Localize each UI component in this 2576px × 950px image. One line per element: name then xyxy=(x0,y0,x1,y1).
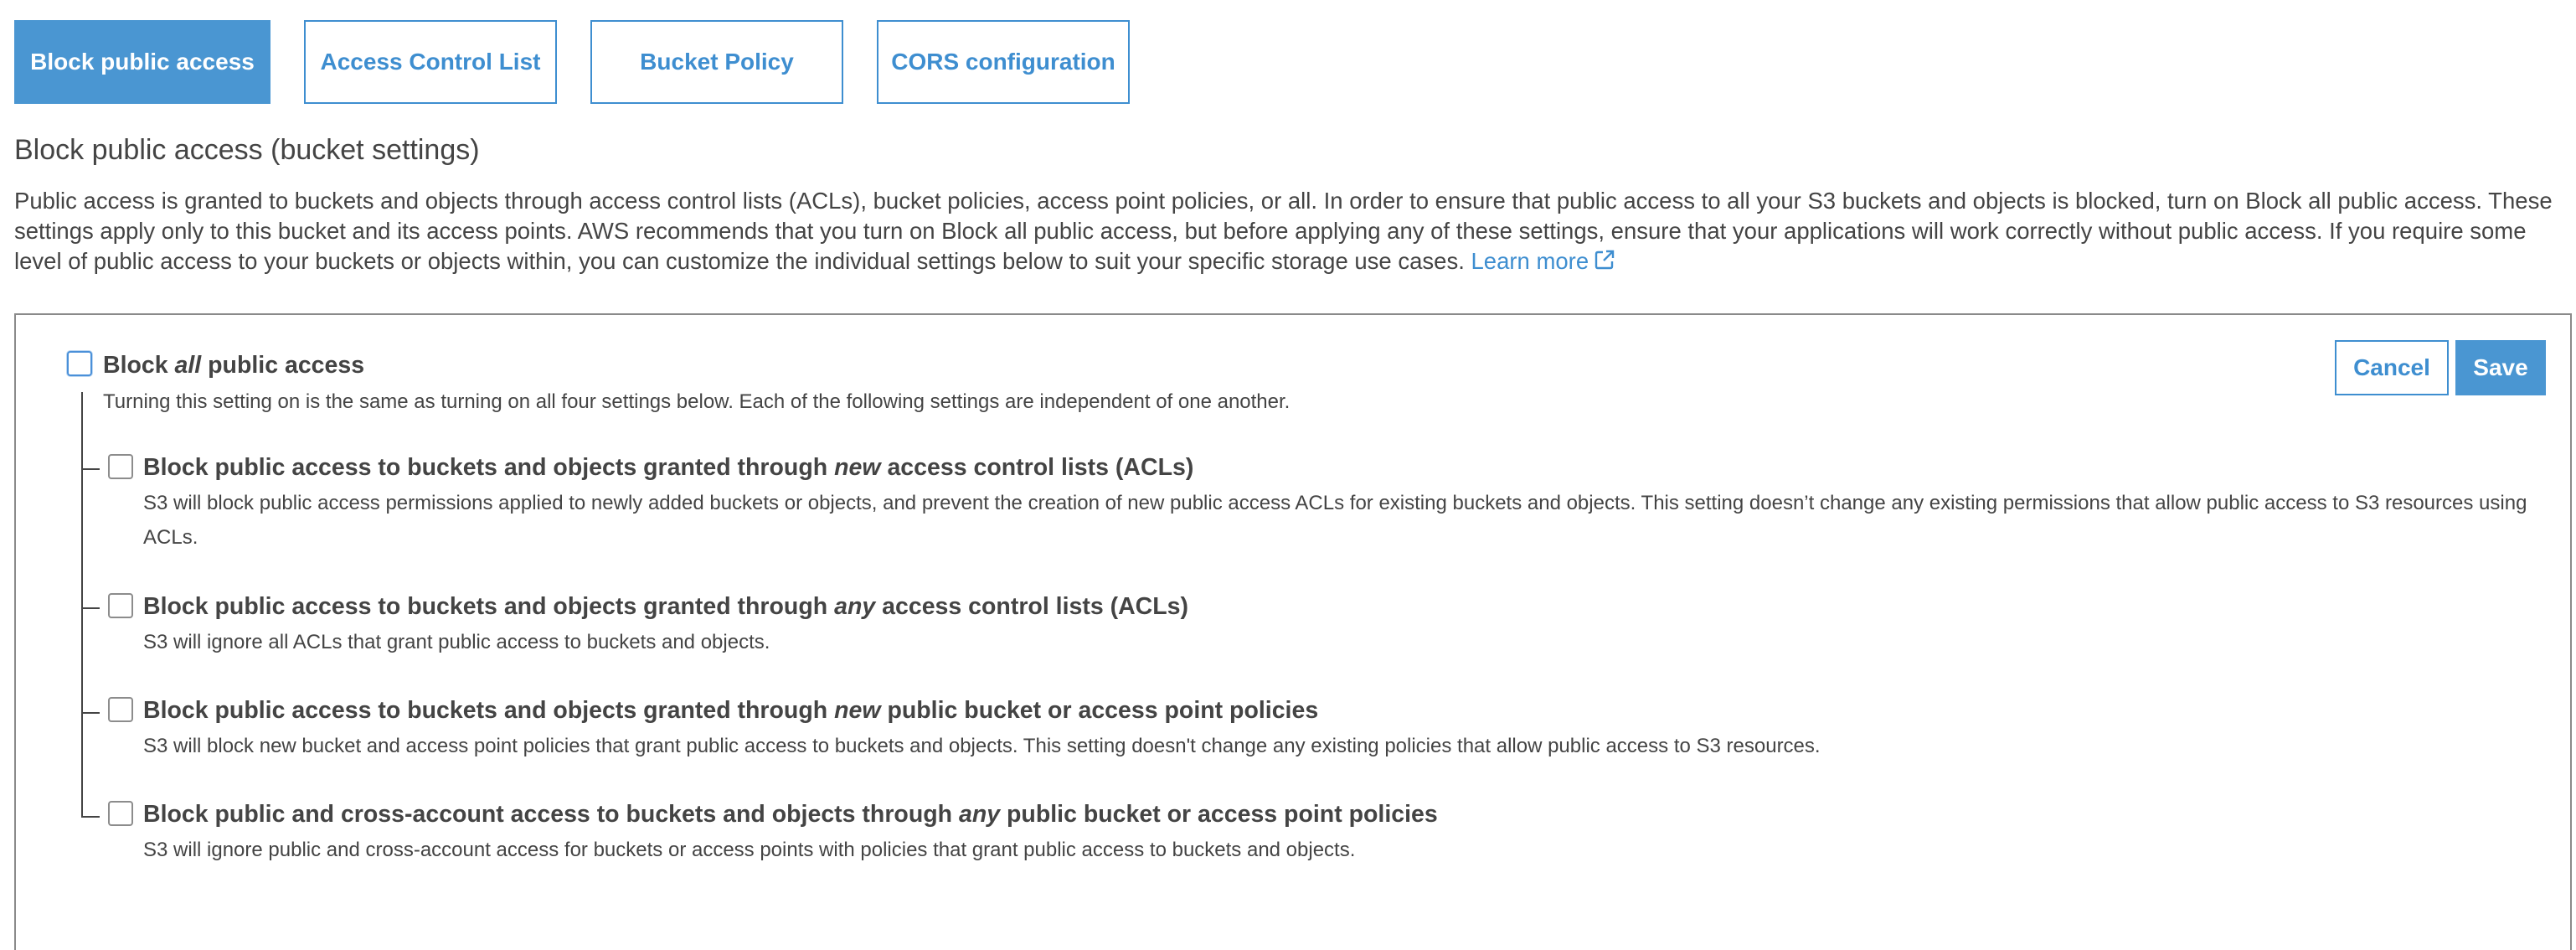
cancel-button[interactable]: Cancel xyxy=(2335,340,2449,395)
block-new-acls-title-post: access control lists (ACLs) xyxy=(880,454,1194,481)
block-all-title-emphasis: all xyxy=(174,352,202,379)
section-title: Block public access (bucket settings) xyxy=(14,134,480,166)
tree-branch-2 xyxy=(81,607,100,609)
block-all-public-access-checkbox[interactable] xyxy=(67,351,92,376)
block-public-access-panel: Cancel Save Block all public access Turn… xyxy=(14,313,2572,950)
block-new-policies-title-pre: Block public access to buckets and objec… xyxy=(143,697,835,724)
tree-branch-3 xyxy=(81,712,100,714)
block-new-acls-title-emphasis: new xyxy=(834,454,881,481)
block-any-acls-title-pre: Block public access to buckets and objec… xyxy=(143,593,835,620)
block-cross-account-title: Block public and cross-account access to… xyxy=(143,801,1438,829)
block-new-policies-title-emphasis: new xyxy=(834,697,881,724)
block-all-title-pre: Block xyxy=(103,352,175,379)
block-any-acls-checkbox[interactable] xyxy=(108,593,133,618)
tree-branch-1 xyxy=(81,468,100,470)
block-all-public-access-title: Block all public access xyxy=(103,352,364,379)
tree-branch-4 xyxy=(81,816,100,818)
block-cross-account-description: S3 will ignore public and cross-account … xyxy=(143,839,1356,861)
block-any-acls-description: S3 will ignore all ACLs that grant publi… xyxy=(143,631,770,653)
block-cross-account-title-pre: Block public and cross-account access to… xyxy=(143,801,959,828)
block-cross-account-title-emphasis: any xyxy=(958,801,1001,828)
settings-tabs: Block public access Access Control List … xyxy=(14,20,1130,104)
settings-tree-line xyxy=(81,392,83,818)
tab-block-public-access[interactable]: Block public access xyxy=(14,20,270,104)
block-cross-account-checkbox[interactable] xyxy=(108,801,133,826)
block-new-acls-title-pre: Block public access to buckets and objec… xyxy=(143,454,835,481)
block-new-policies-title-post: public bucket or access point policies xyxy=(880,697,1319,724)
block-all-public-access-description: Turning this setting on is the same as t… xyxy=(103,390,1291,413)
block-new-policies-title: Block public access to buckets and objec… xyxy=(143,697,1318,725)
external-link-icon xyxy=(1594,248,1615,278)
tab-bucket-policy[interactable]: Bucket Policy xyxy=(590,20,843,104)
save-button[interactable]: Save xyxy=(2455,340,2546,395)
tab-cors-configuration[interactable]: CORS configuration xyxy=(877,20,1130,104)
section-description-text: Public access is granted to buckets and … xyxy=(14,188,2553,274)
block-any-acls-title: Block public access to buckets and objec… xyxy=(143,593,1188,621)
block-new-acls-description: S3 will block public access permissions … xyxy=(143,492,2527,549)
learn-more-label[interactable]: Learn more xyxy=(1471,248,1589,274)
tab-access-control-list[interactable]: Access Control List xyxy=(304,20,557,104)
section-description: Public access is granted to buckets and … xyxy=(14,186,2568,278)
block-public-access-page: Block public access Access Control List … xyxy=(0,0,2576,950)
block-any-acls-title-post: access control lists (ACLs) xyxy=(875,593,1189,620)
block-new-policies-checkbox[interactable] xyxy=(108,697,133,722)
block-all-title-post: public access xyxy=(201,352,365,379)
learn-more-link[interactable]: Learn more xyxy=(1471,248,1615,274)
block-new-acls-title: Block public access to buckets and objec… xyxy=(143,454,1193,482)
block-new-policies-description: S3 will block new bucket and access poin… xyxy=(143,735,1821,757)
block-new-acls-checkbox[interactable] xyxy=(108,454,133,479)
block-cross-account-title-post: public bucket or access point policies xyxy=(1000,801,1438,828)
block-any-acls-title-emphasis: any xyxy=(834,593,876,620)
